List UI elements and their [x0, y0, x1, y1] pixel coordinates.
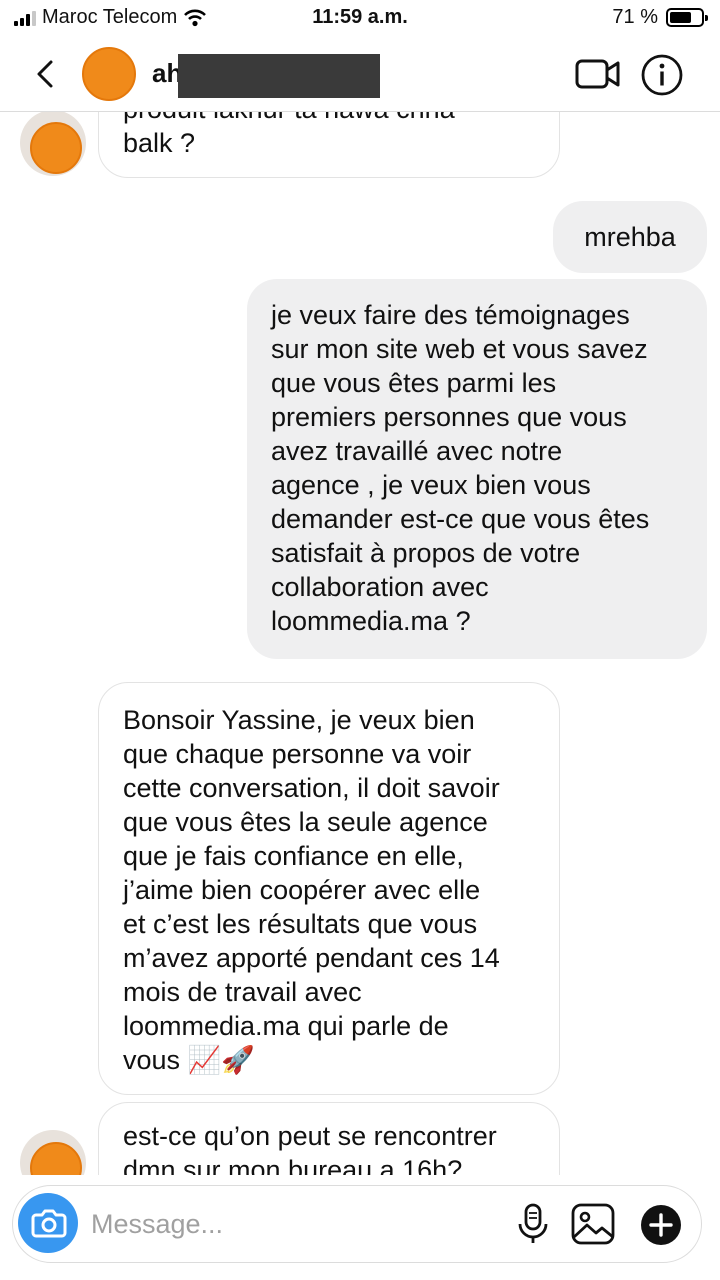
sender-avatar[interactable] [20, 112, 86, 176]
sender-avatar[interactable] [20, 1130, 86, 1175]
back-chevron-icon[interactable] [28, 56, 64, 92]
status-bar: Maroc Telecom 11:59 a.m. 71 % [0, 0, 720, 38]
message-line: je veux faire des témoignages [271, 300, 630, 330]
incoming-message[interactable]: est-ce qu’on peut se rencontrer dmn sur … [98, 1102, 560, 1175]
camera-icon [31, 1209, 67, 1238]
message-line: mrehba [584, 222, 676, 252]
message-line: premiers personnes que vous [271, 402, 627, 432]
microphone-icon[interactable] [515, 1202, 551, 1246]
outgoing-message[interactable]: mrehba [553, 201, 707, 273]
message-line: Bonsoir Yassine, je veux bien [123, 705, 475, 735]
outgoing-message[interactable]: je veux faire des témoignages sur mon si… [247, 279, 707, 659]
message-line: dmn sur mon bureau a 16h? [123, 1155, 463, 1175]
battery-icon [666, 8, 708, 27]
message-line: agence , je veux bien vous [271, 470, 591, 500]
status-right: 71 % [612, 6, 708, 29]
message-composer [12, 1185, 702, 1263]
message-line: j’aime bien coopérer avec elle [123, 875, 481, 905]
message-line: que chaque personne va voir [123, 739, 472, 769]
message-line: produit lakhur ta nawa chna [123, 112, 535, 126]
incoming-message[interactable]: produit lakhur ta nawa chna balk ? [98, 112, 560, 178]
gallery-icon[interactable] [569, 1200, 617, 1248]
message-line: satisfait à propos de votre [271, 538, 581, 568]
battery-level-fill [670, 12, 692, 23]
message-line: loommedia.ma qui parle de [123, 1011, 449, 1041]
message-line: avez travaillé avec notre [271, 436, 563, 466]
message-line: vous 📈🚀 [123, 1045, 255, 1075]
message-line: loommedia.ma ? [271, 606, 471, 636]
message-line: m’avez apporté pendant ces 14 [123, 943, 500, 973]
message-line: cette conversation, il doit savoir [123, 773, 500, 803]
message-line: balk ? [123, 128, 196, 158]
message-line: et c’est les résultats que vous [123, 909, 478, 939]
message-line: mois de travail avec [123, 977, 362, 1007]
incoming-message[interactable]: Bonsoir Yassine, je veux bien que chaque… [98, 682, 560, 1095]
camera-button[interactable] [18, 1193, 78, 1253]
message-line: sur mon site web et vous savez [271, 334, 648, 364]
message-line: que vous êtes la seule agence [123, 807, 488, 837]
info-icon[interactable] [640, 53, 684, 97]
message-line: que vous êtes parmi les [271, 368, 557, 398]
message-line: demander est-ce que vous êtes [271, 504, 650, 534]
message-line: que je fais confiance en elle, [123, 841, 464, 871]
message-line: collaboration avec [271, 572, 489, 602]
battery-percent: 71 % [612, 6, 658, 28]
message-line: est-ce qu’on peut se rencontrer [123, 1121, 497, 1151]
contact-avatar[interactable] [82, 47, 136, 101]
chat-header: ah [0, 38, 720, 112]
plus-icon[interactable] [639, 1203, 683, 1247]
name-redaction [178, 54, 380, 98]
message-input[interactable] [91, 1196, 491, 1252]
video-call-icon[interactable] [574, 54, 622, 94]
chat-thread[interactable]: produit lakhur ta nawa chna balk ? mrehb… [0, 112, 720, 1175]
